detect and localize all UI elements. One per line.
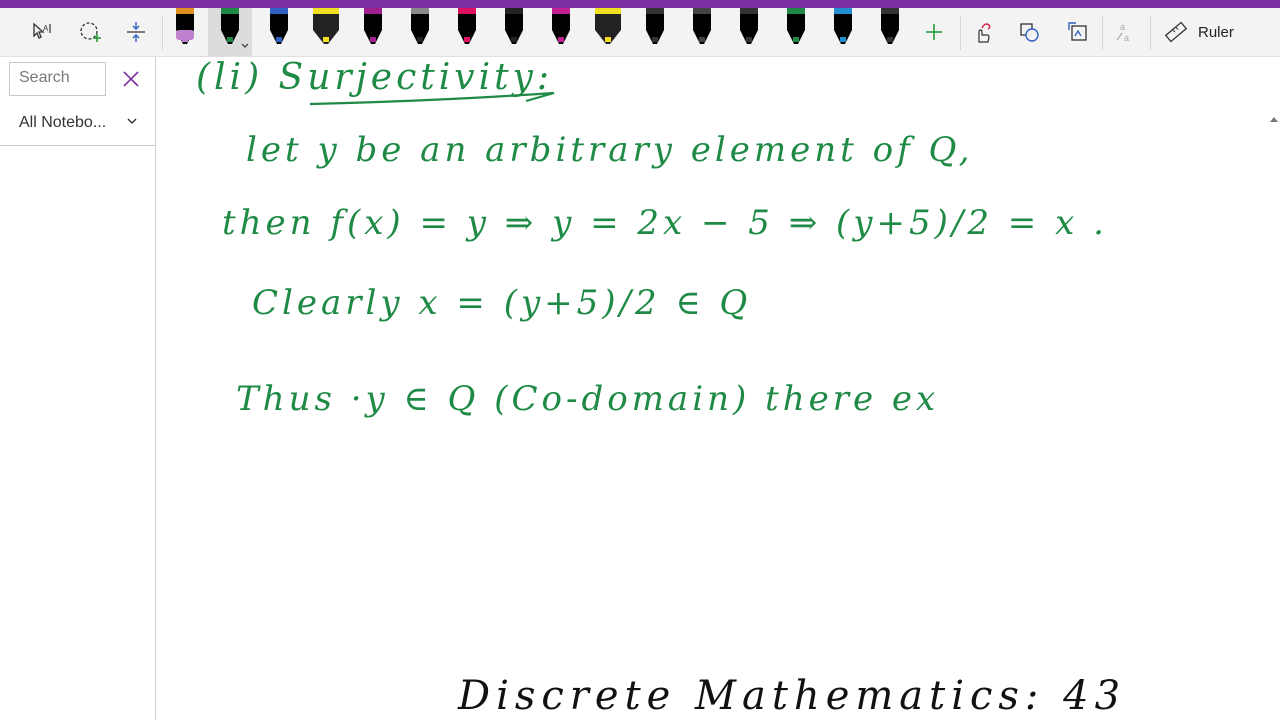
search-box xyxy=(9,62,109,96)
note-canvas[interactable]: (li) Surjectivity: let y be an arbitrary… xyxy=(156,57,1280,720)
type-lasso-icon[interactable]: A xyxy=(28,8,56,56)
ruler-button[interactable]: Ruler xyxy=(1164,8,1254,56)
pen-icon[interactable] xyxy=(688,8,716,56)
vertical-scrollbar[interactable] xyxy=(1268,57,1280,720)
ink-line-heading: (li) Surjectivity: xyxy=(196,57,554,98)
toolbar-divider xyxy=(162,16,163,50)
ruler-icon xyxy=(1164,21,1188,43)
highlighter-icon[interactable] xyxy=(312,8,340,56)
svg-text:a: a xyxy=(1120,22,1125,32)
pen-icon[interactable] xyxy=(782,8,810,56)
title-accent-bar xyxy=(0,0,1280,8)
close-icon[interactable] xyxy=(120,68,142,90)
ink-line: then f(x) = y ⇒ y = 2x − 5 ⇒ (y+5)/2 = x… xyxy=(222,203,1108,243)
lasso-select-icon[interactable] xyxy=(76,8,104,56)
page-footer-ink: Discrete Mathematics: 43 xyxy=(458,673,1127,719)
scroll-up-icon[interactable] xyxy=(1270,117,1278,122)
pen-icon[interactable] xyxy=(359,8,387,56)
notebook-selector-label: All Notebo... xyxy=(19,114,107,131)
pen-icon[interactable] xyxy=(547,8,575,56)
ink-to-shape-icon[interactable] xyxy=(1016,8,1044,56)
pen-icon[interactable] xyxy=(500,8,528,56)
draw-toolbar: A aa Ruler xyxy=(0,8,1280,57)
highlighter-icon[interactable] xyxy=(594,8,622,56)
svg-text:a: a xyxy=(1124,33,1129,43)
pen-icon[interactable] xyxy=(641,8,669,56)
pen-icon[interactable] xyxy=(876,8,904,56)
notebook-selector[interactable]: All Notebo... xyxy=(19,112,149,134)
sidebar-divider xyxy=(0,145,155,146)
search-input[interactable] xyxy=(10,63,109,93)
pen-icon[interactable] xyxy=(453,8,481,56)
ink-line: Thus ·y ∈ Q (Co-domain) there ex xyxy=(236,379,940,419)
toolbar-divider xyxy=(960,16,961,50)
pen-icon[interactable] xyxy=(208,8,252,56)
touch-draw-icon[interactable] xyxy=(968,8,996,56)
ink-line: Clearly x = (y+5)/2 ∈ Q xyxy=(252,283,752,323)
insert-space-icon[interactable] xyxy=(122,8,150,56)
ink-line: let y be an arbitrary element of Q, xyxy=(246,130,974,170)
toolbar-divider xyxy=(1150,16,1151,50)
pen-icon[interactable] xyxy=(406,8,434,56)
svg-text:A: A xyxy=(43,24,49,33)
pen-icon[interactable] xyxy=(735,8,763,56)
toolbar-divider xyxy=(1102,16,1103,50)
notebook-sidebar: All Notebo... xyxy=(0,57,156,720)
ink-to-text-icon[interactable] xyxy=(1064,8,1092,56)
pen-icon[interactable] xyxy=(829,8,857,56)
chevron-down-icon xyxy=(127,118,137,124)
ink-to-math-icon[interactable]: aa xyxy=(1112,8,1140,56)
ruler-label: Ruler xyxy=(1198,23,1234,41)
pen-icon[interactable] xyxy=(265,8,293,56)
pen-icon[interactable] xyxy=(171,8,199,56)
add-pen-icon[interactable] xyxy=(920,8,948,56)
